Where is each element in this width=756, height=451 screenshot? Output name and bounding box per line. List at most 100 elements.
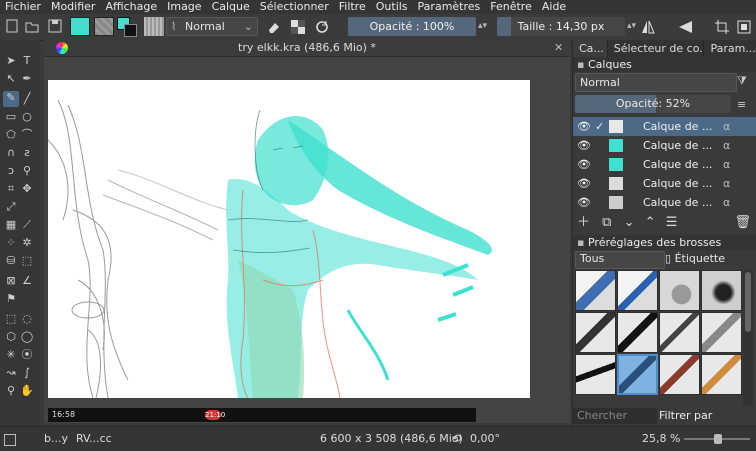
mirror-vertical-icon[interactable] [678, 19, 694, 35]
menu-aide[interactable]: Aide [537, 0, 571, 14]
ellipse-selection-icon[interactable]: ◌ [20, 312, 34, 326]
transform-tool-icon[interactable]: ⤢ [4, 200, 18, 214]
bezier-selection-icon[interactable]: ↝ [4, 366, 18, 380]
assistant-tool-icon[interactable]: ⊠ [4, 274, 18, 288]
delete-layer-icon[interactable]: 🗑 [734, 215, 751, 231]
edit-shapes-icon[interactable]: ↖ [4, 72, 18, 86]
menu-fichier[interactable]: Fichier [0, 0, 46, 14]
brush-preset[interactable] [617, 312, 658, 353]
document-tab-title[interactable]: try elkk.kra (486,6 Mio) * [44, 40, 570, 56]
pan-tool-icon[interactable]: ✋ [20, 384, 34, 398]
brush-preset[interactable] [659, 270, 700, 311]
visibility-eye-icon[interactable]: 👁 [577, 174, 591, 193]
selection-display-icon[interactable] [4, 434, 16, 446]
mirror-horizontal-icon[interactable] [640, 19, 656, 35]
freehand-path-icon[interactable]: ƨ [20, 146, 34, 160]
brush-tag-filter[interactable]: Tous [575, 251, 665, 269]
layer-alpha-icon[interactable]: α [723, 155, 730, 174]
brush-search-input[interactable]: Chercher [573, 408, 657, 424]
drawing-canvas[interactable] [47, 80, 530, 399]
menu-affichage[interactable]: Affichage [100, 0, 162, 14]
select-shapes-icon[interactable]: ➤ [4, 54, 18, 68]
fg-bg-colors[interactable] [117, 17, 137, 37]
menu-image[interactable]: Image [162, 0, 206, 14]
brush-preset[interactable] [701, 354, 742, 395]
menu-parametres[interactable]: Paramètres [413, 0, 486, 14]
brush-preset[interactable] [659, 312, 700, 353]
layer-alpha-icon[interactable]: α [723, 136, 730, 155]
wrap-icon[interactable] [736, 19, 752, 35]
save-icon[interactable] [47, 18, 63, 34]
crop-tool-icon[interactable]: ⌗ [4, 182, 18, 196]
layer-blend-select[interactable]: Normal [575, 73, 737, 92]
brush-preset[interactable] [575, 270, 616, 311]
color-picker-icon[interactable]: ⟋ [20, 218, 34, 232]
layer-row-1[interactable]: 👁 ✓ Calque de ... α [573, 117, 756, 136]
layer-name[interactable]: Calque de ... [643, 193, 712, 212]
eraser-icon[interactable] [266, 19, 282, 35]
smart-patch-icon[interactable]: ⁘ [4, 236, 18, 250]
size-slider[interactable]: Taille : 14,30 px [497, 17, 625, 36]
dynamic-brush-icon[interactable]: ɔ [4, 164, 18, 178]
zoom-tool-icon[interactable]: ⚲ [4, 384, 18, 398]
new-document-icon[interactable] [4, 18, 20, 34]
calligraphy-icon[interactable]: ✒ [20, 72, 34, 86]
layer-name[interactable]: Calque de ... [643, 174, 712, 193]
layer-opacity-slider[interactable]: Opacité: 52% [575, 95, 731, 113]
rectangle-tool-icon[interactable]: ▭ [4, 110, 18, 124]
similar-selection-icon[interactable]: ⦿ [20, 348, 34, 362]
tab-calques[interactable]: Ca... [573, 40, 608, 57]
gradient-swatch[interactable] [70, 17, 90, 36]
layer-alpha-icon[interactable]: α [723, 193, 730, 212]
open-folder-icon[interactable] [24, 18, 40, 34]
alpha-lock-icon[interactable] [290, 19, 306, 35]
layer-row-2[interactable]: 👁 Calque de ... α [573, 136, 756, 155]
crop-icon[interactable] [714, 19, 730, 35]
zoom-slider[interactable] [684, 434, 750, 444]
bucket-fill-icon[interactable]: ⛁ [4, 254, 18, 268]
polygon-selection-icon[interactable]: ⬡ [4, 330, 18, 344]
filter-icon[interactable]: ⧩ [737, 74, 747, 88]
menu-fenetre[interactable]: Fenêtre [485, 0, 537, 14]
size-stepper[interactable]: ▴▾ [627, 17, 637, 36]
tab-color-selector[interactable]: Sélecteur de co... [608, 40, 705, 57]
menu-outils[interactable]: Outils [371, 0, 413, 14]
rotation-icon[interactable]: ⟲ [452, 427, 461, 451]
brush-preset[interactable] [575, 354, 616, 395]
opacity-slider[interactable]: Opacité : 100% [348, 17, 476, 36]
layer-menu-icon[interactable]: ≡ [737, 98, 746, 111]
move-down-icon[interactable]: ⌄ [624, 215, 635, 230]
brush-preset[interactable] [617, 270, 658, 311]
layer-properties-icon[interactable]: ☰ [666, 215, 678, 230]
freehand-brush-icon[interactable]: ✎ [3, 91, 19, 107]
visibility-eye-icon[interactable]: 👁 [577, 117, 591, 136]
visibility-eye-icon[interactable]: 👁 [577, 136, 591, 155]
menu-selectionner[interactable]: Sélectionner [255, 0, 334, 14]
layer-row-5[interactable]: 👁 Calque de ... α [573, 193, 756, 212]
multibrush-icon[interactable]: ⚲ [20, 164, 34, 178]
menu-calque[interactable]: Calque [207, 0, 255, 14]
tag-button[interactable]: ▯ Étiquette [665, 251, 725, 267]
bezier-tool-icon[interactable]: ∩ [4, 146, 18, 160]
rect-selection-icon[interactable]: ⬚ [4, 312, 18, 326]
contiguous-selection-icon[interactable]: ✳ [4, 348, 18, 362]
magnetic-selection-icon[interactable]: ∫ [20, 366, 34, 380]
move-tool-icon[interactable]: ✥ [20, 182, 34, 196]
blend-mode-select[interactable]: ⌇ Normal ⌄ [166, 17, 258, 36]
tab-params[interactable]: Param... [704, 40, 756, 57]
visibility-eye-icon[interactable]: 👁 [577, 155, 591, 174]
layer-name[interactable]: Calque de ... [643, 117, 712, 136]
polygon-tool-icon[interactable]: ⬠ [4, 128, 18, 142]
line-tool-icon[interactable]: ╱ [20, 92, 34, 106]
canvas-area[interactable]: 16:58 21:10 [44, 57, 570, 423]
pattern-swatch[interactable] [94, 17, 114, 36]
filter-by-tag-button[interactable]: Filtrer par étiquette [659, 408, 756, 438]
visibility-eye-icon[interactable]: 👁 [577, 193, 591, 212]
layer-row-4[interactable]: 👁 Calque de ... α [573, 174, 756, 193]
close-tab-icon[interactable]: ✕ [554, 40, 563, 56]
brush-preset[interactable] [701, 312, 742, 353]
brush-grid-scrollbar[interactable] [743, 270, 753, 406]
opacity-stepper[interactable]: ▴▾ [478, 17, 488, 36]
reference-images-icon[interactable]: ⚑ [4, 292, 18, 306]
add-layer-icon[interactable]: ＋ [577, 215, 590, 230]
